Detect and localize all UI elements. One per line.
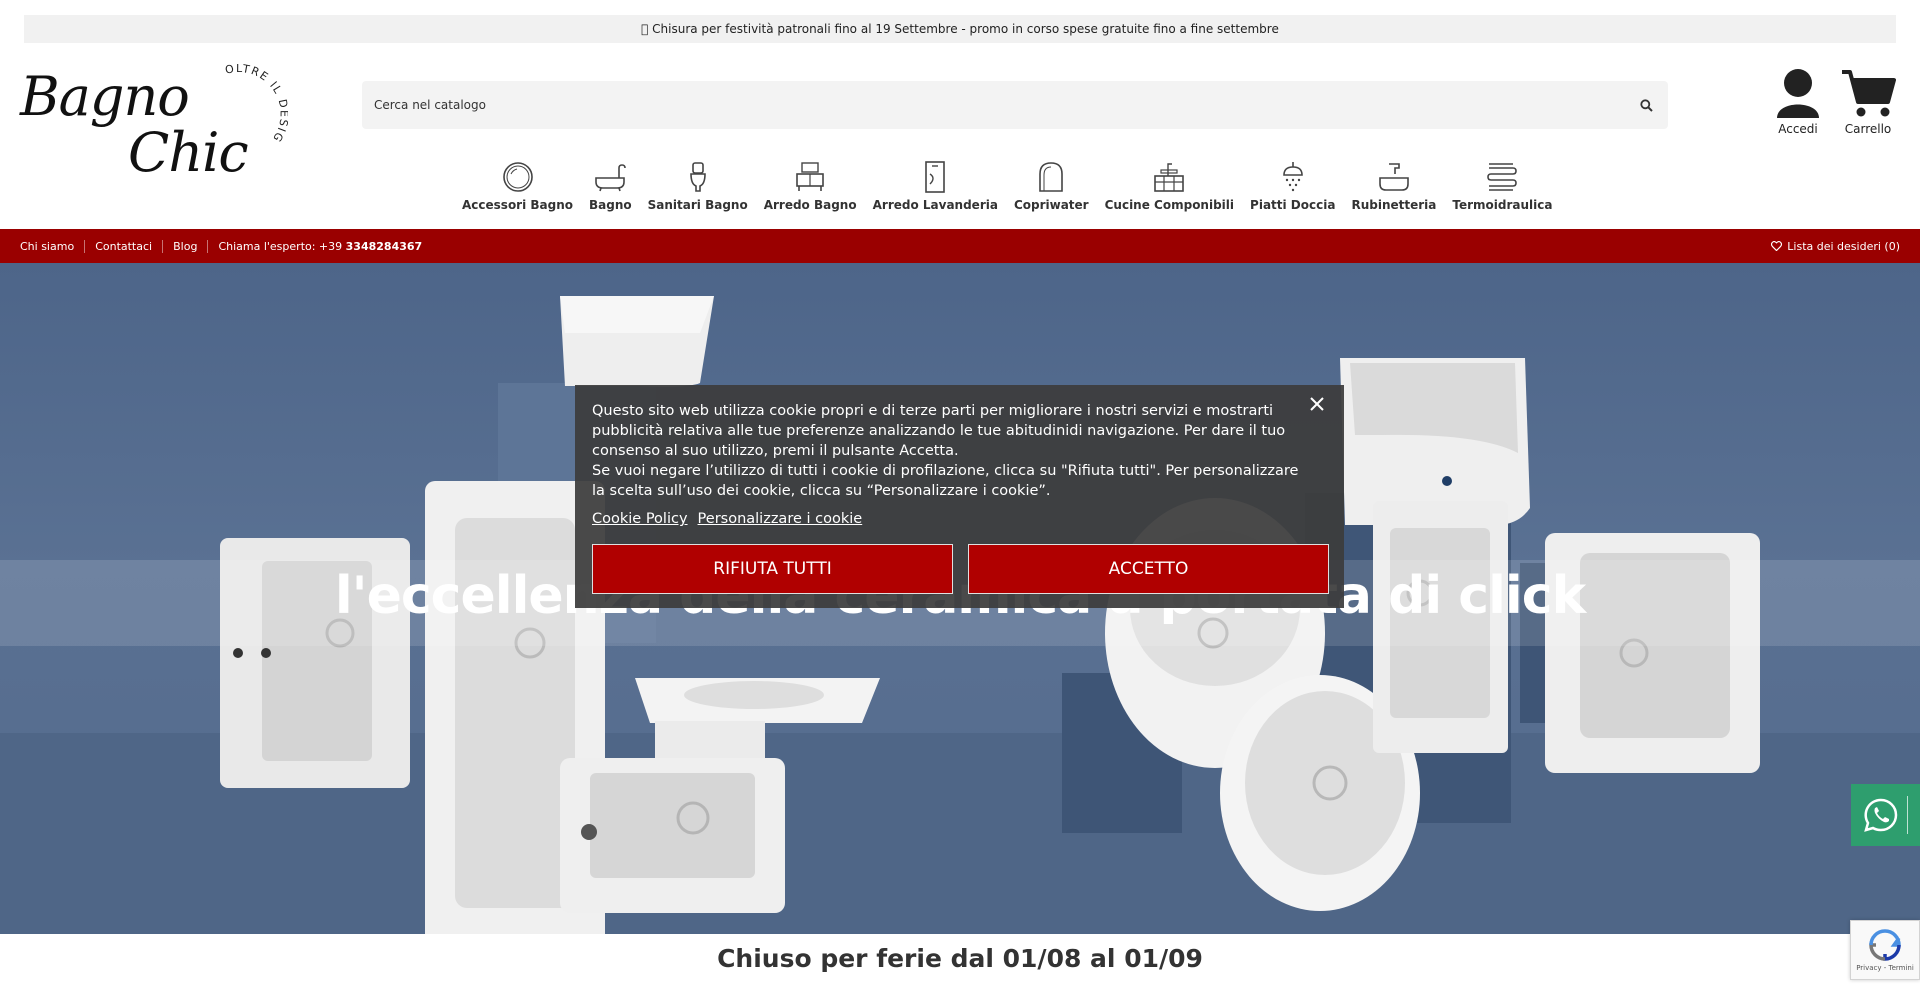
link-chi-siamo[interactable]: Chi siamo bbox=[20, 239, 86, 253]
category-copriwater[interactable]: Copriwater bbox=[1014, 160, 1089, 220]
category-accessori-bagno[interactable]: Accessori Bagno bbox=[462, 160, 573, 220]
search-button[interactable] bbox=[1636, 95, 1656, 115]
phone-link[interactable]: Chiama l'esperto: +39 3348284367 bbox=[208, 240, 432, 253]
category-label: Termoidraulica bbox=[1452, 198, 1553, 212]
search-icon bbox=[1639, 98, 1653, 112]
cookie-close-button[interactable] bbox=[1306, 393, 1328, 415]
site-logo[interactable]: Bagno Chic OLTRE IL DESIGN bbox=[20, 64, 288, 180]
cart-link[interactable]: Carrello bbox=[1836, 68, 1900, 136]
cookie-text-reject: Se vuoi negare l’utilizzo di tutti i coo… bbox=[592, 463, 1299, 499]
login-label: Accedi bbox=[1778, 122, 1818, 136]
user-icon bbox=[1777, 69, 1819, 118]
heart-icon bbox=[1771, 241, 1783, 251]
category-arredo-bagno[interactable]: Arredo Bagno bbox=[764, 160, 857, 220]
category-label: Sanitari Bagno bbox=[647, 198, 748, 212]
toilet-icon bbox=[689, 162, 706, 192]
cart-icon bbox=[1842, 70, 1896, 117]
category-arredo-lavanderia[interactable]: Arredo Lavanderia bbox=[873, 160, 998, 220]
category-label: Rubinetteria bbox=[1351, 198, 1437, 212]
whatsapp-button[interactable] bbox=[1851, 784, 1920, 846]
logo-text-bagno: Bagno bbox=[20, 65, 190, 128]
login-link[interactable]: Accedi bbox=[1770, 68, 1826, 136]
faucet-icon bbox=[1379, 163, 1409, 191]
link-contattaci[interactable]: Contattaci bbox=[85, 239, 164, 253]
category-label: Copriwater bbox=[1013, 198, 1089, 212]
customize-cookies-link[interactable]: Personalizzare i cookie bbox=[698, 509, 863, 529]
utility-bar: Chi siamo Contattaci Blog Chiama l'esper… bbox=[0, 229, 1920, 263]
cookie-banner: Questo sito web utilizza cookie propri e… bbox=[575, 385, 1344, 608]
cookie-text-consent: Questo sito web utilizza cookie propri e… bbox=[592, 403, 1286, 459]
category-label: Accessori Bagno bbox=[462, 198, 574, 212]
category-bagno[interactable]: Bagno bbox=[589, 160, 632, 220]
bathtub-icon bbox=[595, 164, 627, 192]
close-icon bbox=[1310, 397, 1324, 411]
search-bar bbox=[362, 81, 1668, 129]
announcement-text:  Chisura per festività patronali fino a… bbox=[641, 22, 1279, 36]
category-label: Piatti Doccia bbox=[1250, 198, 1336, 212]
cart-label: Carrello bbox=[1844, 122, 1892, 136]
category-rubinetteria[interactable]: Rubinetteria bbox=[1351, 160, 1436, 220]
mirror-icon bbox=[502, 162, 533, 192]
cookie-policy-link[interactable]: Cookie Policy bbox=[592, 509, 688, 529]
recaptcha-badge[interactable]: Privacy - Termini bbox=[1850, 920, 1920, 980]
phone-prefix: Chiama l'esperto: +39 bbox=[218, 239, 346, 253]
category-label: Bagno bbox=[589, 198, 632, 212]
laundry-icon bbox=[925, 161, 946, 193]
wishlist-label: Lista dei desideri (0) bbox=[1787, 239, 1900, 253]
logo-tagline: OLTRE IL DESIGN bbox=[218, 64, 288, 144]
whatsapp-divider bbox=[1907, 796, 1908, 834]
category-label: Arredo Bagno bbox=[763, 198, 857, 212]
closing-notice: Chiuso per ferie dal 01/08 al 01/09 bbox=[717, 944, 1203, 973]
search-input[interactable] bbox=[374, 98, 1636, 112]
kitchen-icon bbox=[1154, 163, 1185, 192]
vanity-icon bbox=[796, 162, 824, 191]
recaptcha-text: Privacy - Termini bbox=[1856, 964, 1914, 972]
wishlist-link[interactable]: Lista dei desideri (0) bbox=[1771, 240, 1900, 253]
category-termoidraulica[interactable]: Termoidraulica bbox=[1452, 160, 1552, 220]
announcement-bar:  Chisura per festività patronali fino a… bbox=[24, 15, 1896, 43]
category-label: Cucine Componibili bbox=[1104, 198, 1235, 212]
category-nav: Accessori Bagno Bagno Sanitari Bagno Arr… bbox=[462, 160, 1552, 220]
accept-button[interactable]: ACCETTO bbox=[968, 544, 1329, 594]
recaptcha-icon bbox=[1869, 929, 1901, 961]
category-sanitari-bagno[interactable]: Sanitari Bagno bbox=[648, 160, 748, 220]
reject-all-button[interactable]: RIFIUTA TUTTI bbox=[592, 544, 953, 594]
toilet-seat-icon bbox=[1039, 162, 1064, 192]
category-label: Arredo Lavanderia bbox=[872, 198, 998, 212]
radiator-icon bbox=[1487, 163, 1518, 191]
link-blog[interactable]: Blog bbox=[163, 239, 209, 253]
svg-text:OLTRE IL DESIGN: OLTRE IL DESIGN bbox=[218, 64, 288, 144]
shower-icon bbox=[1282, 162, 1303, 192]
category-piatti-doccia[interactable]: Piatti Doccia bbox=[1250, 160, 1335, 220]
phone-number: 3348284367 bbox=[345, 239, 423, 253]
whatsapp-icon bbox=[1864, 798, 1898, 832]
category-cucine-componibili[interactable]: Cucine Componibili bbox=[1105, 160, 1234, 220]
